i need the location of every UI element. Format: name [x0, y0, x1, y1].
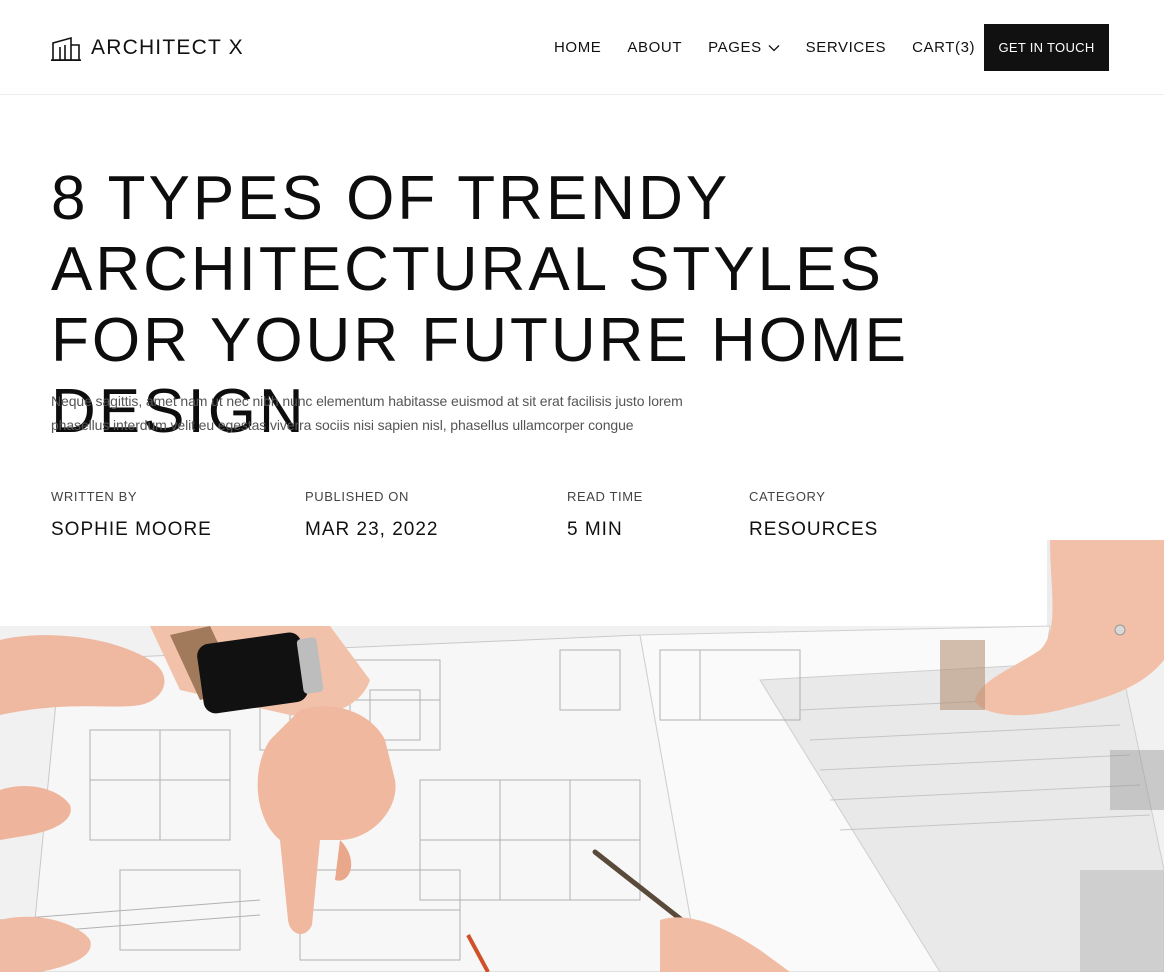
nav-item-pages[interactable]: PAGES: [708, 38, 780, 58]
meta-label: PUBLISHED ON: [305, 489, 410, 504]
meta-value[interactable]: RESOURCES: [749, 519, 878, 541]
meta-value: SOPHIE MOORE: [51, 519, 212, 540]
chevron-down-icon: [768, 45, 780, 52]
meta-published: PUBLISHED ON MAR 23, 2022: [305, 488, 438, 541]
meta-read-time: READ TIME 5 MIN: [567, 488, 643, 541]
brand-logo[interactable]: ARCHITECT X: [51, 33, 244, 63]
meta-author: WRITTEN BY SOPHIE MOORE: [51, 488, 212, 541]
meta-label: WRITTEN BY: [51, 489, 138, 504]
nav-item-pages-label: PAGES: [708, 39, 762, 56]
brand-name: ARCHITECT X: [91, 36, 244, 59]
nav-item-home[interactable]: HOME: [554, 38, 601, 58]
main-nav: HOME ABOUT PAGES SERVICES CART(3): [554, 38, 975, 58]
site-header: ARCHITECT X HOME ABOUT PAGES SERVICES CA…: [0, 0, 1164, 95]
meta-label: CATEGORY: [749, 489, 826, 504]
meta-value: MAR 23, 2022: [305, 519, 439, 540]
article-excerpt: Neque sagittis, amet nam ut nec nibh nun…: [51, 393, 683, 433]
hero-image: [0, 540, 1164, 972]
nav-item-cart[interactable]: CART(3): [912, 38, 975, 58]
meta-value: 5 MIN: [567, 519, 623, 540]
meta-category: CATEGORY RESOURCES: [749, 488, 878, 541]
get-in-touch-button[interactable]: GET IN TOUCH: [984, 24, 1109, 71]
meta-label: READ TIME: [567, 489, 643, 504]
building-icon: [51, 36, 81, 62]
blueprint-hands-illustration: [0, 540, 1164, 972]
nav-item-services[interactable]: SERVICES: [806, 38, 886, 58]
nav-item-about[interactable]: ABOUT: [627, 38, 682, 58]
